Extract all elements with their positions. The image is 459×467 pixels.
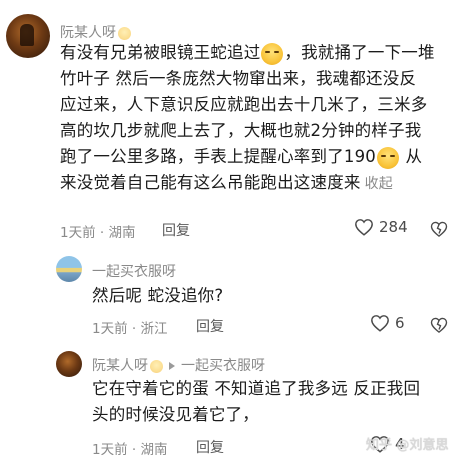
reply-to-username[interactable]: 一起买衣服呀 bbox=[181, 358, 265, 374]
reply-time: 1天前 bbox=[92, 321, 128, 337]
reply-button[interactable]: 回复 bbox=[196, 437, 224, 457]
reply-button[interactable]: 回复 bbox=[196, 316, 224, 336]
comment-time: 1天前 bbox=[60, 225, 96, 241]
dislike-heart-icon bbox=[430, 317, 448, 333]
reply-meta: 1天前 · 湖南 bbox=[92, 442, 168, 458]
comment-line: 跑了一公里多路，手表上提醒心率到了190 从 bbox=[60, 144, 435, 170]
reply-location: 浙江 bbox=[140, 321, 168, 337]
reply-time: 1天前 bbox=[92, 442, 128, 458]
heart-icon bbox=[371, 315, 389, 332]
like-button[interactable]: 6 bbox=[370, 314, 405, 332]
comment-line: 应过来，人下意识反应就跑出去十几米了，三米多 bbox=[60, 95, 428, 114]
reply-line: 它在守着它的蛋 不知道追了我多远 反正我回 bbox=[92, 379, 421, 398]
reply-arrow-icon bbox=[169, 361, 175, 370]
reply-meta: 1天前 · 浙江 bbox=[92, 321, 168, 337]
username-text[interactable]: 阮某人呀 bbox=[60, 25, 116, 41]
reply-location: 湖南 bbox=[140, 442, 168, 458]
avatar[interactable] bbox=[6, 14, 50, 58]
dislike-heart-icon bbox=[430, 221, 448, 237]
reply-line: 头的时候没见着它了， bbox=[92, 405, 259, 424]
comment-meta: 1天前 · 湖南 bbox=[60, 225, 136, 241]
reply-username[interactable]: 一起买衣服呀 bbox=[92, 261, 176, 281]
reply-body: 然后呢 蛇没追你? bbox=[92, 286, 224, 305]
reply-username[interactable]: 阮某人呀 bbox=[92, 358, 148, 374]
smile-emoji-icon bbox=[118, 26, 131, 40]
collapse-button[interactable]: 收起 bbox=[365, 176, 393, 192]
smile-emoji-icon bbox=[150, 359, 163, 373]
dislike-button[interactable] bbox=[430, 220, 448, 242]
reply-button[interactable]: 回复 bbox=[162, 220, 190, 240]
like-count: 6 bbox=[395, 314, 405, 332]
comment-line: 竹叶子 然后一条庞然大物窜出来，我魂都还没反 bbox=[60, 69, 417, 88]
reply-body: 它在守着它的蛋 不知道追了我多远 反正我回 头的时候没见着它了， bbox=[92, 376, 420, 428]
comment-location: 湖南 bbox=[108, 225, 136, 241]
avatar[interactable] bbox=[56, 256, 82, 282]
heart-icon bbox=[355, 219, 373, 236]
watermark: 知乎 @刘意思 bbox=[366, 438, 449, 453]
sweat-emoji-icon bbox=[261, 42, 284, 65]
comment-username[interactable]: 阮某人呀 bbox=[60, 22, 131, 42]
comment-line: 来没觉着自己能有这么吊能跑出这速度来 收起 bbox=[60, 173, 394, 192]
like-count: 284 bbox=[379, 218, 408, 236]
comment-body: 有没有兄弟被眼镜王蛇追过 ，我就捅了一下一堆 竹叶子 然后一条庞然大物窜出来，我魂… bbox=[60, 40, 435, 197]
sweat-emoji-icon bbox=[377, 146, 399, 169]
avatar[interactable] bbox=[56, 351, 82, 377]
dislike-button[interactable] bbox=[430, 316, 448, 338]
reply-username-line: 阮某人呀 一起买衣服呀 bbox=[92, 355, 265, 375]
like-button[interactable]: 284 bbox=[354, 218, 408, 236]
comment-line: 有没有兄弟被眼镜王蛇追过 ，我就捅了一下一堆 bbox=[60, 40, 435, 66]
comment-line: 高的坎几步就爬上去了，大概也就2分钟的样子我 bbox=[60, 121, 422, 140]
